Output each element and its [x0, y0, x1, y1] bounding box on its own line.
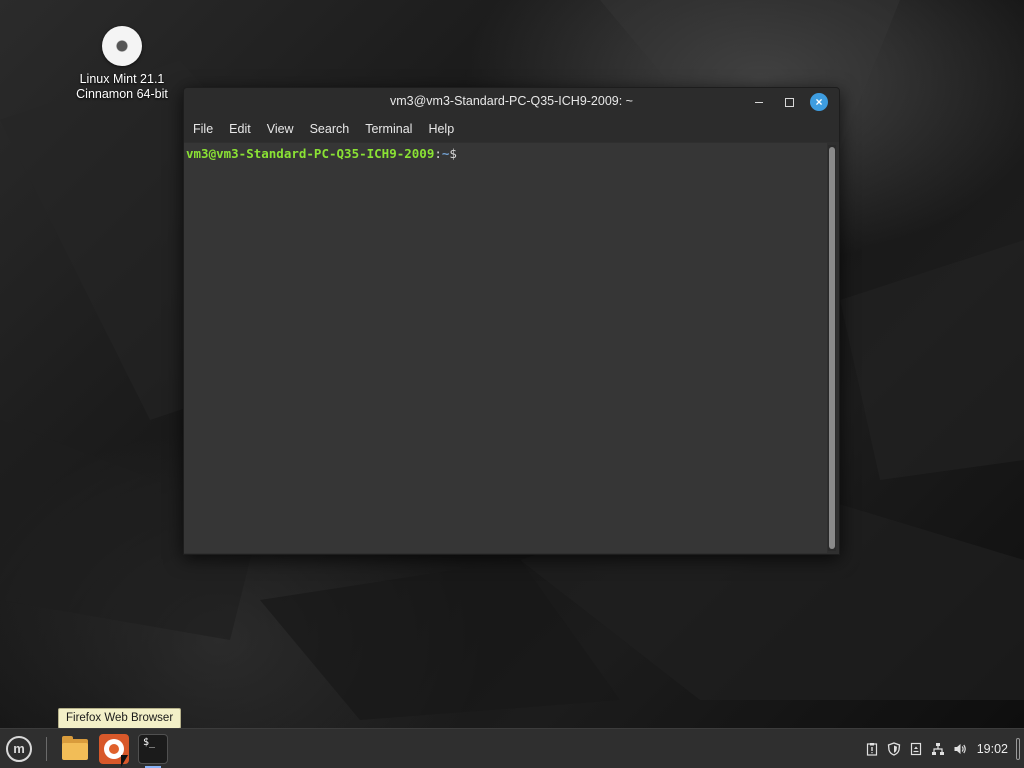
prompt-user-host: vm3@vm3-Standard-PC-Q35-ICH9-2009 [186, 146, 435, 161]
desktop: Linux Mint 21.1 Cinnamon 64-bit vm3@vm3-… [0, 0, 1024, 768]
disc-icon [102, 26, 142, 66]
mouse-cursor-icon [121, 755, 128, 767]
maximize-icon [784, 98, 794, 107]
minimize-button[interactable] [750, 93, 768, 111]
terminal-window: vm3@vm3-Standard-PC-Q35-ICH9-2009: ~ × F… [183, 87, 840, 555]
prompt-separator: : [434, 146, 442, 161]
tooltip: Firefox Web Browser [58, 708, 182, 729]
start-menu-button[interactable]: m [4, 734, 34, 764]
window-title: vm3@vm3-Standard-PC-Q35-ICH9-2009: ~ [390, 94, 633, 108]
terminal-icon: $_ [143, 737, 156, 748]
prompt-symbol: $ [449, 146, 457, 161]
terminal-output[interactable]: vm3@vm3-Standard-PC-Q35-ICH9-2009:~$ [184, 143, 827, 553]
network-icon[interactable] [931, 742, 945, 756]
shell-prompt: vm3@vm3-Standard-PC-Q35-ICH9-2009:~$ [186, 146, 457, 161]
scrollbar[interactable] [828, 145, 836, 551]
system-tray: 19:02 [861, 729, 1020, 768]
files-launcher[interactable] [60, 734, 90, 764]
menu-view[interactable]: View [259, 122, 302, 136]
minimize-icon [755, 102, 763, 103]
close-button[interactable]: × [810, 93, 828, 111]
menu-terminal[interactable]: Terminal [357, 122, 420, 136]
window-titlebar[interactable]: vm3@vm3-Standard-PC-Q35-ICH9-2009: ~ × [184, 88, 839, 116]
clock[interactable]: 19:02 [977, 742, 1008, 756]
volume-icon[interactable] [953, 742, 967, 756]
close-icon: × [815, 95, 823, 109]
scrollbar-thumb[interactable] [829, 147, 835, 549]
notes-icon[interactable] [909, 742, 923, 756]
desktop-icon-label: Linux Mint 21.1 Cinnamon 64-bit [62, 72, 182, 102]
menu-search[interactable]: Search [302, 122, 358, 136]
menu-help[interactable]: Help [420, 122, 462, 136]
clipboard-icon[interactable] [865, 742, 879, 756]
menu-edit[interactable]: Edit [221, 122, 259, 136]
desktop-icon-label-line1: Linux Mint 21.1 [79, 72, 165, 86]
show-desktop-button[interactable] [1016, 738, 1020, 760]
terminal-launcher[interactable]: $_ [138, 734, 168, 764]
menubar: File Edit View Search Terminal Help [184, 116, 839, 142]
shield-icon[interactable] [887, 742, 901, 756]
desktop-icon-label-line2: Cinnamon 64-bit [76, 87, 168, 101]
maximize-button[interactable] [780, 93, 798, 111]
menu-file[interactable]: File [185, 122, 221, 136]
mint-logo-icon: m [6, 736, 32, 762]
taskbar-separator [46, 737, 47, 761]
desktop-icon-linux-mint[interactable]: Linux Mint 21.1 Cinnamon 64-bit [62, 26, 182, 102]
taskbar: m $_ 19:02 [0, 728, 1024, 768]
